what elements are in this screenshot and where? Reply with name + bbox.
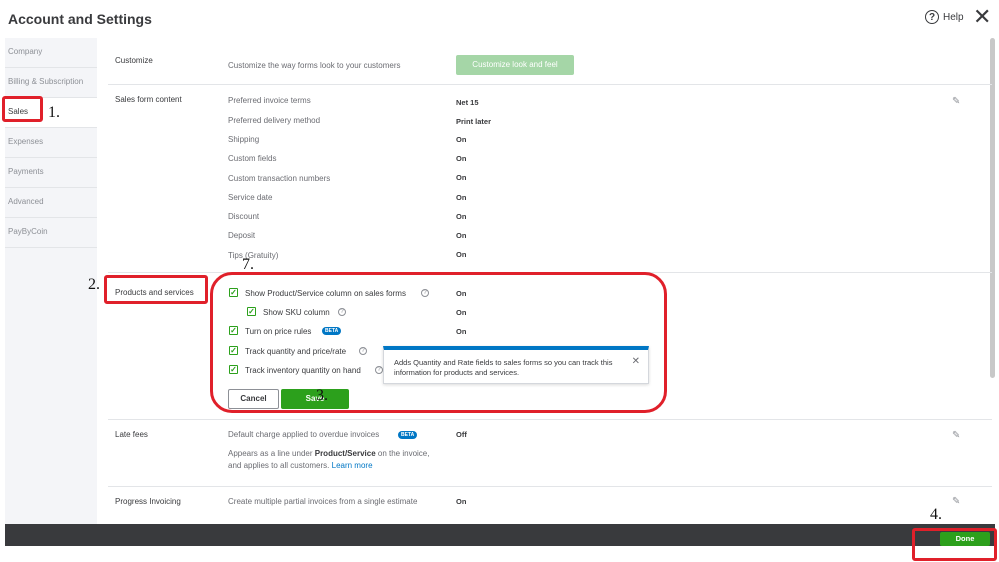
field-label: Custom fields (228, 154, 277, 163)
field-label: Default charge applied to overdue invoic… (228, 430, 380, 439)
step-number: 3. (316, 387, 328, 404)
customize-look-button[interactable]: Customize look and feel (456, 55, 574, 75)
section-sales-form-content: Sales form content (115, 95, 182, 104)
sidebar-item-billing[interactable]: Billing & Subscription (5, 68, 97, 98)
section-late-fees: Late fees (115, 430, 148, 439)
sidebar-item-company[interactable]: Company (5, 38, 97, 68)
edit-pencil-icon[interactable]: ✎ (952, 430, 960, 441)
annotation-box-done (912, 528, 997, 561)
field-value: On (456, 173, 467, 182)
edit-pencil-icon[interactable]: ✎ (952, 496, 960, 507)
desc-text: and applies to all customers. (228, 461, 330, 470)
edit-pencil-icon[interactable]: ✎ (952, 96, 960, 107)
field-value: On (456, 250, 467, 259)
field-value: On (456, 212, 467, 221)
step-number: 7. (242, 256, 254, 273)
field-label: Preferred invoice terms (228, 96, 311, 105)
section-customize: Customize (115, 56, 153, 65)
sidebar-item-payments[interactable]: Payments (5, 158, 97, 188)
late-fees-description: Appears as a line under Product/Service … (228, 449, 429, 458)
desc-text: on the invoice, (377, 449, 430, 458)
field-value: On (456, 497, 467, 506)
field-value: On (456, 154, 467, 163)
field-label: Service date (228, 193, 273, 202)
field-value: On (456, 135, 467, 144)
learn-more-link[interactable]: Learn more (332, 461, 373, 470)
step-number: 1. (48, 104, 60, 121)
desc-bold: Product/Service (314, 449, 376, 458)
page-title: Account and Settings (8, 11, 152, 27)
scrollbar[interactable] (990, 38, 995, 378)
help-label: Help (943, 11, 964, 23)
close-icon[interactable]: ✕ (973, 6, 991, 28)
help-icon: ? (925, 10, 939, 24)
sidebar-item-expenses[interactable]: Expenses (5, 128, 97, 158)
step-number: 4. (930, 506, 942, 523)
field-value: Net 15 (456, 98, 479, 107)
sidebar-item-paybycoin[interactable]: PayByCoin (5, 218, 97, 248)
customize-field: Customize the way forms look to your cus… (228, 61, 401, 70)
field-label: Preferred delivery method (228, 116, 321, 125)
step-number: 2. (88, 276, 100, 293)
divider (108, 419, 992, 420)
divider (108, 486, 992, 487)
field-label: Create multiple partial invoices from a … (228, 497, 418, 506)
field-value: Print later (456, 117, 492, 126)
annotation-box-products (104, 275, 208, 304)
sidebar-item-advanced[interactable]: Advanced (5, 188, 97, 218)
field-label: Discount (228, 212, 260, 221)
field-value: On (456, 193, 467, 202)
footer-bar (5, 524, 995, 546)
late-fees-description: and applies to all customers. Learn more (228, 461, 373, 470)
annotation-box-settings (210, 272, 667, 413)
field-value: On (456, 231, 467, 240)
divider (108, 84, 992, 85)
annotation-box-sales (2, 96, 43, 122)
field-label: Custom transaction numbers (228, 174, 331, 183)
field-label: Shipping (228, 135, 260, 144)
field-value: Off (456, 430, 467, 439)
section-progress-invoicing: Progress Invoicing (115, 497, 181, 506)
field-label: Deposit (228, 231, 256, 240)
desc-text: Appears as a line under (228, 449, 313, 458)
help-button[interactable]: ? Help (925, 10, 964, 24)
beta-badge: BETA (398, 431, 418, 439)
